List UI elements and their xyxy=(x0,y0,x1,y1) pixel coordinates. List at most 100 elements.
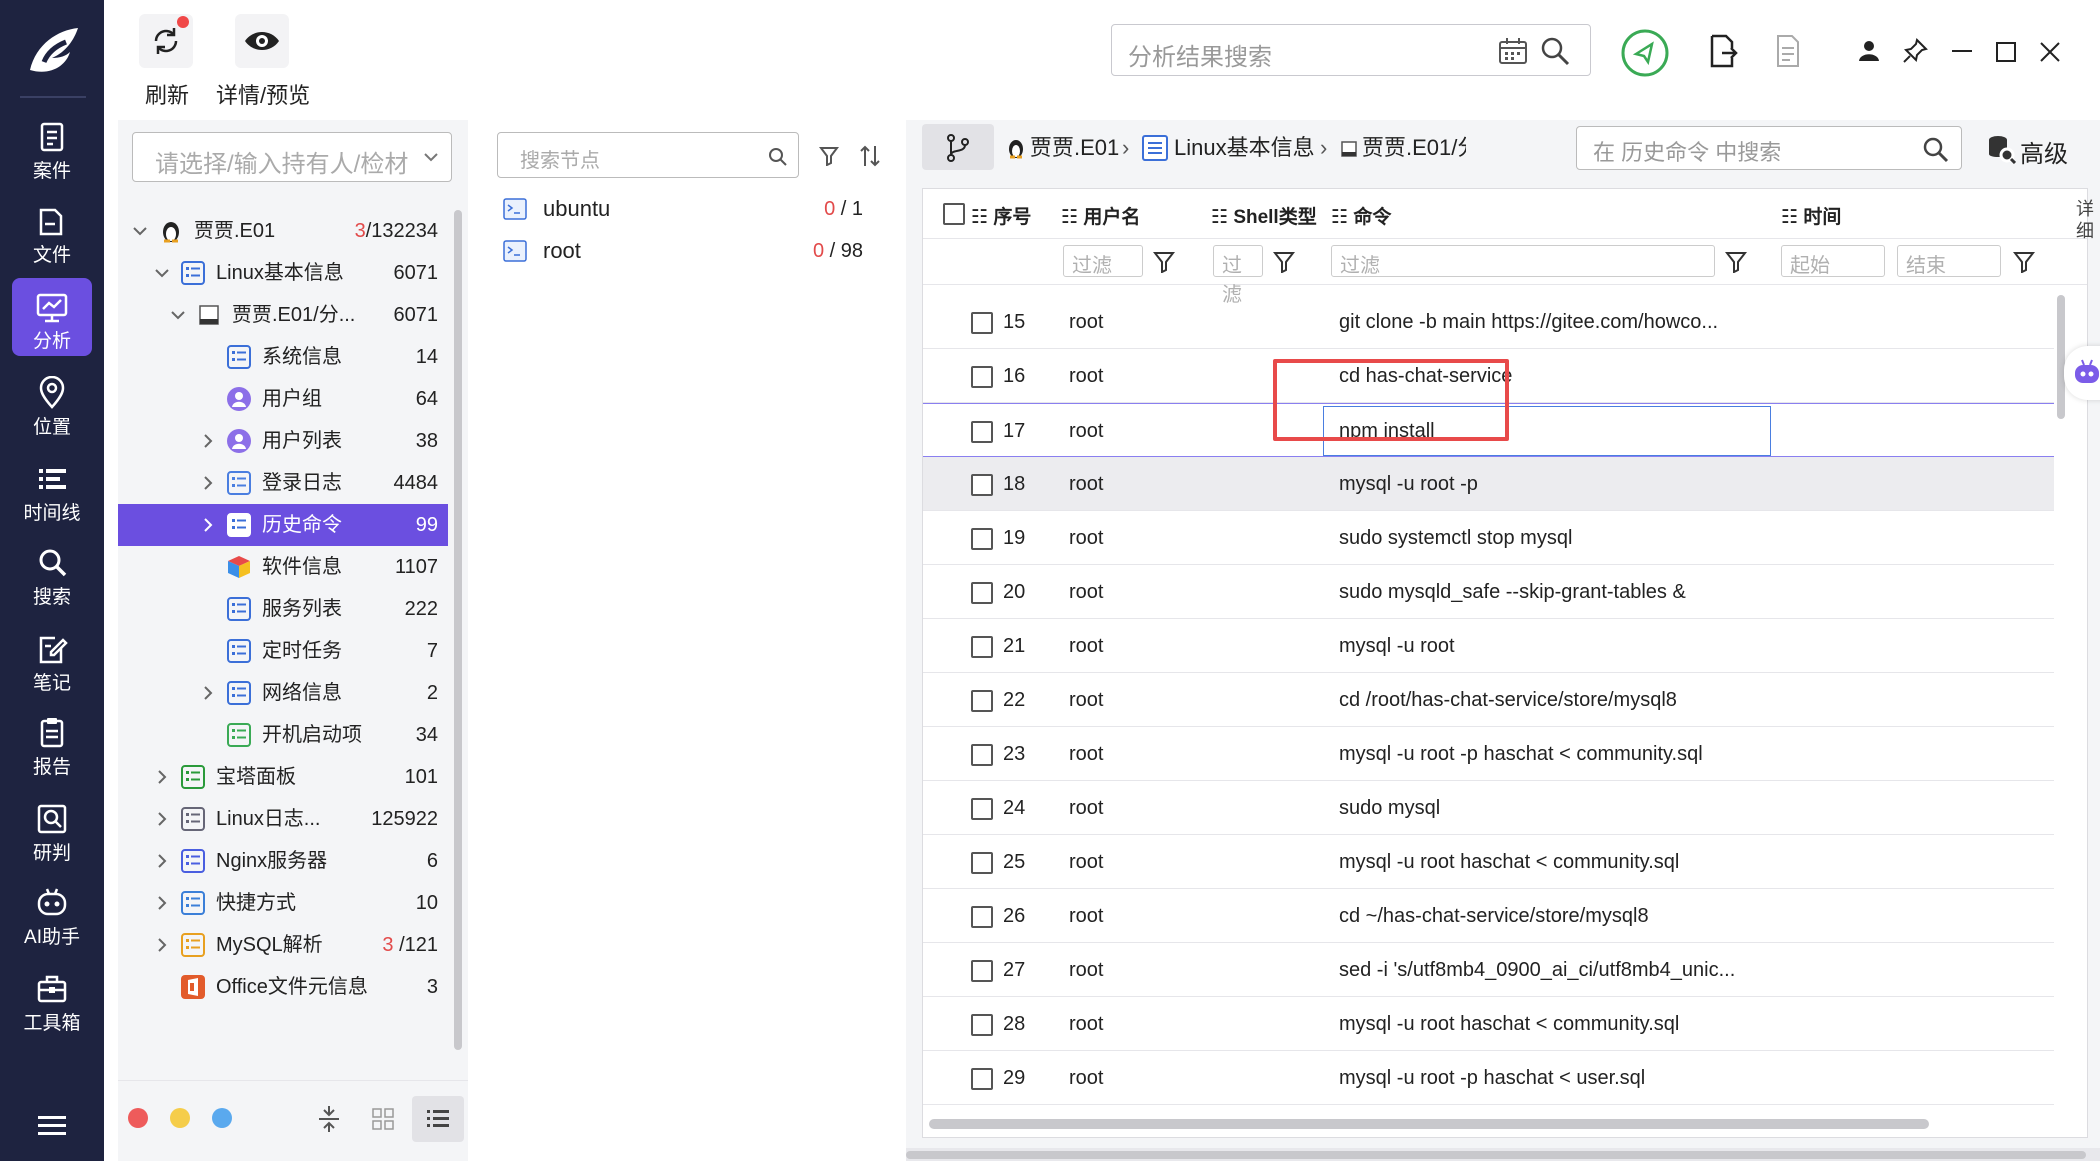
calendar-icon[interactable] xyxy=(1498,37,1528,65)
node-item[interactable]: root 0 / 98 xyxy=(503,230,883,272)
row-checkbox[interactable] xyxy=(971,744,993,766)
tree-item[interactable]: 快捷方式 10 xyxy=(118,882,448,924)
tree-item[interactable]: 系统信息 14 xyxy=(118,336,448,378)
table-row[interactable]: 25 root mysql -u root haschat < community.… xyxy=(923,835,2054,889)
tree-item[interactable]: Nginx服务器 6 xyxy=(118,840,448,882)
list-view-button[interactable] xyxy=(412,1096,464,1142)
hamburger-menu-icon[interactable] xyxy=(36,1114,68,1138)
chevron-right-icon[interactable] xyxy=(200,685,216,701)
chevron-right-icon[interactable] xyxy=(154,853,170,869)
rail-item-report[interactable]: 报告 xyxy=(12,704,92,782)
column-filter-icon[interactable] xyxy=(2013,251,2035,273)
table-row[interactable]: 19 root sudo systemctl stop mysql xyxy=(923,511,2054,565)
sort-icon[interactable] xyxy=(859,144,881,168)
ai-assistant-float-button[interactable] xyxy=(2064,346,2100,400)
tree-item[interactable]: 贾贾.E01/分... 6071 xyxy=(118,294,448,336)
row-checkbox[interactable] xyxy=(971,528,993,550)
tree-item[interactable]: 历史命令 99 xyxy=(118,504,448,546)
node-search-input[interactable]: 搜索节点 xyxy=(497,132,799,178)
table-row[interactable]: 21 root mysql -u root xyxy=(923,619,2054,673)
tree-item[interactable]: MySQL解析 3 /121 xyxy=(118,924,448,966)
tree-item[interactable]: 用户列表 38 xyxy=(118,420,448,462)
database-search-icon[interactable] xyxy=(1986,134,2016,164)
table-row[interactable]: 28 root mysql -u root haschat < community.… xyxy=(923,997,2054,1051)
tree-item[interactable]: 定时任务 7 xyxy=(118,630,448,672)
rail-item-toolbox[interactable]: 工具箱 xyxy=(12,960,92,1038)
column-filter-icon[interactable] xyxy=(1153,251,1175,273)
time-start-input[interactable]: 起始 xyxy=(1781,245,1885,277)
row-checkbox[interactable] xyxy=(971,474,993,496)
command-filter-input[interactable]: 过滤 xyxy=(1331,245,1715,277)
row-checkbox[interactable] xyxy=(971,366,993,388)
chevron-right-icon[interactable] xyxy=(154,895,170,911)
chevron-right-icon[interactable] xyxy=(200,517,216,533)
row-checkbox[interactable] xyxy=(971,1014,993,1036)
user-filter-input[interactable]: 过滤 xyxy=(1063,245,1143,277)
document-icon[interactable] xyxy=(1774,34,1802,68)
breadcrumb-item-linux-info[interactable]: Linux基本信息 xyxy=(1174,128,1315,168)
tree-item[interactable]: 用户组 64 xyxy=(118,378,448,420)
breadcrumb-item-evidence[interactable]: 贾贾.E01 xyxy=(1030,128,1119,168)
user-icon[interactable] xyxy=(1858,40,1880,62)
breadcrumb-item-partition[interactable]: 贾贾.E01/分区5 xyxy=(1362,128,1466,168)
collapse-all-icon[interactable] xyxy=(316,1104,342,1134)
column-user-header[interactable]: ☷ 用户名 xyxy=(1061,202,1140,229)
grid-search-input[interactable]: 在 历史命令 中搜索 xyxy=(1576,126,1962,170)
select-all-checkbox[interactable] xyxy=(943,203,965,225)
rail-item-analysis[interactable]: 分析 xyxy=(12,278,92,356)
row-checkbox[interactable] xyxy=(971,906,993,928)
export-icon[interactable] xyxy=(1708,34,1738,68)
rail-item-case[interactable]: 案件 xyxy=(12,108,92,186)
minimize-icon[interactable] xyxy=(1952,50,1972,54)
table-row[interactable]: 26 root cd ~/has-chat-service/store/mysql8 xyxy=(923,889,2054,943)
refresh-button[interactable] xyxy=(139,14,193,68)
shield-status-icon[interactable] xyxy=(1620,28,1670,78)
table-row[interactable]: 29 root mysql -u root -p haschat < user.sq… xyxy=(923,1051,2054,1105)
chevron-right-icon[interactable] xyxy=(200,475,216,491)
row-checkbox[interactable] xyxy=(971,690,993,712)
result-search-input[interactable]: 分析结果搜索 xyxy=(1111,24,1591,76)
time-end-input[interactable]: 结束 xyxy=(1897,245,2001,277)
tree-item[interactable]: 贾贾.E01 3/132234 xyxy=(118,210,448,252)
row-checkbox[interactable] xyxy=(971,421,993,443)
table-row[interactable]: 22 root cd /root/has-chat-service/store/my… xyxy=(923,673,2054,727)
table-row[interactable]: 20 root sudo mysqld_safe --skip-grant-tabl… xyxy=(923,565,2054,619)
rail-item-robot[interactable]: AI助手 xyxy=(12,874,92,952)
tree-item[interactable]: 服务列表 222 xyxy=(118,588,448,630)
chevron-right-icon[interactable] xyxy=(154,769,170,785)
preview-button[interactable] xyxy=(235,14,289,68)
color-tag-dot[interactable] xyxy=(212,1108,232,1128)
tree-item[interactable]: 登录日志 4484 xyxy=(118,462,448,504)
tree-scrollbar[interactable] xyxy=(454,210,462,1050)
tree-item[interactable]: 软件信息 1107 xyxy=(118,546,448,588)
shell-filter-input[interactable]: 过滤 xyxy=(1213,245,1263,306)
rail-item-judge[interactable]: 研判 xyxy=(12,790,92,868)
search-icon[interactable] xyxy=(1540,36,1570,66)
row-checkbox[interactable] xyxy=(971,312,993,334)
table-row[interactable]: 18 root mysql -u root -p xyxy=(923,457,2054,511)
color-tag-dot[interactable] xyxy=(128,1108,148,1128)
row-checkbox[interactable] xyxy=(971,960,993,982)
bottom-scrollbar[interactable] xyxy=(906,1151,2086,1159)
rail-item-folder[interactable]: 文件 xyxy=(12,192,92,270)
filter-icon[interactable] xyxy=(819,146,839,166)
chevron-right-icon[interactable] xyxy=(154,811,170,827)
color-tag-dot[interactable] xyxy=(170,1108,190,1128)
rail-item-timeline[interactable]: 时间线 xyxy=(12,450,92,528)
column-time-header[interactable]: ☷ 时间 xyxy=(1781,202,1841,229)
row-checkbox[interactable] xyxy=(971,636,993,658)
row-checkbox[interactable] xyxy=(971,798,993,820)
chevron-right-icon[interactable] xyxy=(154,937,170,953)
chevron-right-icon[interactable] xyxy=(200,433,216,449)
table-row[interactable]: 15 root git clone -b main https://gitee.co… xyxy=(923,295,2054,349)
grid-view-icon[interactable] xyxy=(372,1108,394,1130)
column-shell-header[interactable]: ☷ Shell类型 xyxy=(1211,202,1317,229)
advanced-search-button[interactable]: 高级 xyxy=(2020,134,2068,169)
maximize-icon[interactable] xyxy=(1996,42,2016,62)
rail-item-search[interactable]: 搜索 xyxy=(12,534,92,612)
tree-item[interactable]: 宝塔面板 101 xyxy=(118,756,448,798)
row-checkbox[interactable] xyxy=(971,1068,993,1090)
column-command-header[interactable]: ☷ 命令 xyxy=(1331,202,1391,229)
grid-horizontal-scrollbar[interactable] xyxy=(929,1119,1929,1129)
tree-item[interactable]: 网络信息 2 xyxy=(118,672,448,714)
